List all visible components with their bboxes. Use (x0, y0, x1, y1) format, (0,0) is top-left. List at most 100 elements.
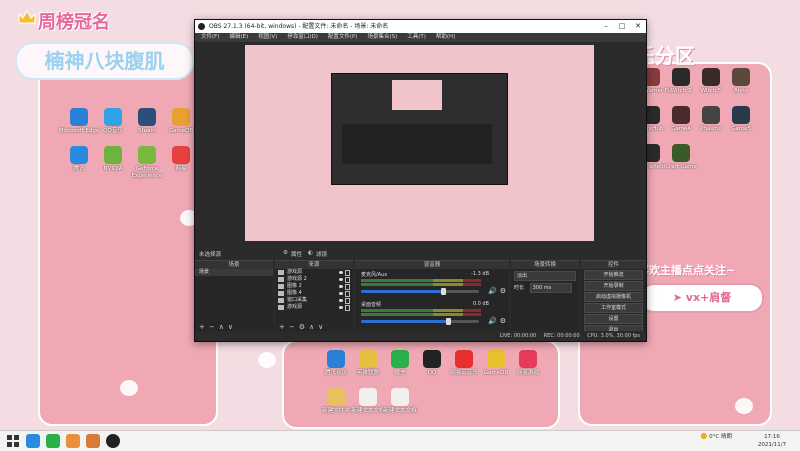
close-icon[interactable]: ✕ (630, 20, 646, 33)
menu-item[interactable]: 文件(F) (201, 34, 219, 40)
desktop-icon[interactable]: 网易游戏 (507, 350, 549, 377)
cpu-status: CPU: 3.0%, 30.00 fps (587, 333, 640, 339)
start-icon[interactable] (6, 434, 20, 448)
desktop-icon-label: Craft Game (665, 164, 697, 170)
filters-tab[interactable]: 滤镜 (316, 250, 327, 258)
app-icon (327, 388, 345, 406)
menu-item[interactable]: 停靠窗口(D) (287, 34, 318, 40)
pinned-app-icon[interactable] (86, 434, 100, 448)
wechat-icon[interactable] (46, 434, 60, 448)
pinned-app-icon[interactable] (66, 434, 80, 448)
app-icon (172, 108, 190, 126)
source-item[interactable]: 游戏源 (275, 269, 353, 276)
scenes-footer[interactable]: +−∧∨ (195, 323, 273, 331)
source-item[interactable]: 游戏源 2 (275, 276, 353, 283)
taskbar: ● 0°C 晴朗 17:16 2021/11/7 (0, 430, 800, 451)
scenes-dock: 场景 场景 +−∧∨ (195, 260, 273, 331)
transitions-header: 场景转换 (511, 261, 579, 269)
source-item[interactable]: 图像 2 (275, 283, 353, 290)
eye-icon[interactable] (339, 306, 343, 309)
obs-title: OBS 27.1.3 (64-bit, windows) - 配置文件: 未命名… (209, 23, 389, 30)
gear-icon[interactable]: ⚙ (500, 287, 506, 295)
app-icon (702, 106, 720, 124)
eye-icon[interactable] (339, 292, 343, 295)
control-button[interactable]: 开始录制 (584, 281, 643, 291)
menu-item[interactable]: 配置文件(P) (328, 34, 358, 40)
desktop-icon[interactable]: Craft Game (660, 144, 702, 171)
source-toolbar: 未选择源 ⚙ 属性 ◐ 滤镜 (195, 249, 646, 259)
duration-input[interactable]: 300 ms (529, 283, 572, 293)
rec-status: REC: 00:00:00 (543, 333, 580, 339)
gear-icon[interactable]: ⚙ (500, 317, 506, 325)
source-label: 窗口采集 (287, 297, 308, 303)
selected-source-label: 未选择源 (199, 252, 222, 258)
source-type-icon (278, 277, 284, 282)
speaker-icon[interactable]: 🔊 (488, 287, 497, 295)
source-type-icon (278, 305, 284, 310)
eye-icon[interactable] (339, 299, 343, 302)
menu-item[interactable]: 场景集合(S) (367, 34, 397, 40)
volume-meter (361, 279, 481, 282)
scenes-header: 场景 (195, 261, 273, 269)
paw-decoration (120, 380, 138, 396)
menu-item[interactable]: 编辑(E) (229, 34, 248, 40)
lock-icon[interactable] (345, 305, 350, 311)
pinned-app-icon[interactable] (26, 434, 40, 448)
gear-icon[interactable]: ⚙ (283, 250, 288, 256)
desktop-icon-label: 新建文本文档 (383, 408, 417, 414)
eye-icon[interactable] (339, 285, 343, 288)
control-button[interactable]: 设置 (584, 314, 643, 324)
app-icon (70, 146, 88, 164)
source-label: 游戏源 (287, 304, 303, 310)
obs-window: OBS 27.1.3 (64-bit, windows) - 配置文件: 未命名… (194, 19, 647, 342)
source-item[interactable]: 游戏源 (275, 304, 353, 311)
menu-item[interactable]: 帮助(H) (436, 34, 455, 40)
system-tray: ● 0°C 晴朗 17:16 2021/11/7 (700, 431, 792, 451)
app-icon (732, 68, 750, 86)
source-label: 游戏源 (287, 269, 303, 275)
transition-select[interactable]: 淡出 (514, 271, 576, 281)
speaker-icon[interactable]: 🔊 (488, 317, 497, 325)
minimize-icon[interactable]: – (598, 20, 614, 33)
weather-icon: ● (700, 431, 708, 440)
menu-item[interactable]: 工具(T) (407, 34, 426, 40)
crown-icon (18, 10, 36, 24)
desktop-icon[interactable]: Game5 (720, 106, 762, 133)
desktop-file-icon[interactable]: 新建文本文档 (379, 388, 421, 415)
obs-preview[interactable] (245, 45, 594, 241)
track-db: 0.0 dB (472, 301, 489, 307)
control-button[interactable]: 开始推流 (584, 270, 643, 280)
sources-footer[interactable]: +−⚙∧∨ (275, 323, 353, 331)
app-icon (104, 108, 122, 126)
filter-icon[interactable]: ◐ (308, 250, 313, 256)
mixer-track: 桌面音频 0.0 dB 🔊 ⚙ (355, 299, 509, 329)
control-button[interactable]: 工作室模式 (584, 303, 643, 313)
source-item[interactable]: 图像 4 (275, 290, 353, 297)
weather-text: 0°C 晴朗 (709, 434, 732, 440)
clock[interactable]: 17:16 2021/11/7 (752, 433, 792, 449)
scene-item[interactable]: 场景 (195, 269, 273, 276)
menu-item[interactable]: 视图(V) (258, 34, 277, 40)
mixer-header: 混音器 (355, 261, 509, 269)
source-type-icon (278, 291, 284, 296)
app-icon (423, 350, 441, 368)
clock-time: 17:16 (764, 434, 780, 440)
obs-taskbar-icon[interactable] (106, 434, 120, 448)
obs-menubar: 文件(F) 编辑(E) 视图(V) 停靠窗口(D) 配置文件(P) 场景集合(S) 工具(T… (195, 33, 646, 42)
paw-decoration (735, 398, 753, 414)
app-icon (732, 106, 750, 124)
controls-dock: 控件 开始推流 开始录制 启动虚拟摄像机 工作室模式 设置 退出 (581, 260, 646, 335)
properties-tab[interactable]: 属性 (291, 250, 302, 258)
follow-notice: 喜欢主播点点关注~ (638, 264, 736, 277)
eye-icon[interactable] (339, 271, 343, 274)
duration-row: 时长 300 ms (514, 283, 576, 293)
track-name: 麦克风/Aux (361, 272, 388, 278)
app-icon (359, 350, 377, 368)
volume-slider[interactable] (361, 288, 479, 295)
eye-icon[interactable] (339, 278, 343, 281)
desktop-icon[interactable]: Anno (720, 68, 762, 95)
volume-slider[interactable] (361, 318, 479, 325)
maximize-icon[interactable]: □ (614, 20, 630, 33)
source-item[interactable]: 窗口采集 (275, 297, 353, 304)
control-button[interactable]: 启动虚拟摄像机 (584, 292, 643, 302)
